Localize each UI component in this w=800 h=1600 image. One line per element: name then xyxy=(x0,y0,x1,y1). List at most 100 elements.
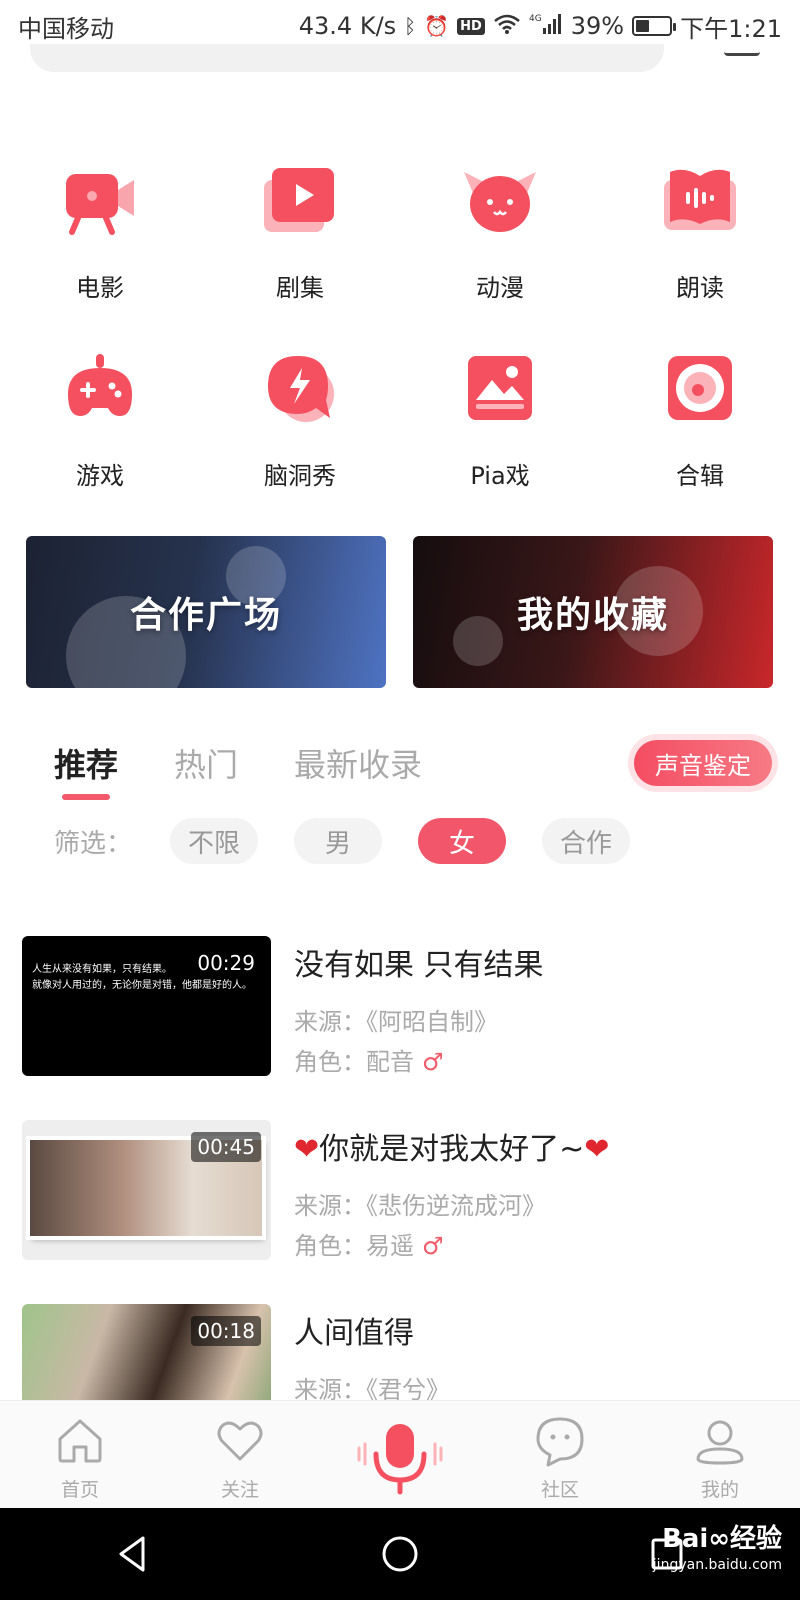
category-label: 剧集 xyxy=(276,274,324,302)
play-icon xyxy=(262,162,338,238)
category-movie[interactable]: 电影 xyxy=(0,148,200,302)
battery-icon xyxy=(632,16,677,36)
item-role-label: 角色：易遥 xyxy=(294,1232,414,1260)
item-source: 来源：《悲伤逆流成河》 xyxy=(294,1192,546,1220)
network-speed: 43.4 K/s xyxy=(298,12,397,40)
book-audio-icon xyxy=(662,162,738,238)
item-source: 来源：《君兮》 xyxy=(294,1376,450,1400)
voice-identify-button[interactable]: 声音鉴定 xyxy=(634,740,772,786)
category-anime[interactable]: 动漫 xyxy=(400,148,600,302)
thumbnail-caption-line: 就像对人用过的，无论你是对错，他都是好的人。 xyxy=(32,980,252,991)
picture-icon xyxy=(462,350,538,426)
category-grid: 电影 剧集 动漫 朗读 游戏 脑洞秀 Pia戏 合辑 xyxy=(0,148,800,490)
cooperation-banner[interactable]: 合作广场 xyxy=(26,536,386,688)
svg-text:4G: 4G xyxy=(529,14,542,24)
filter-chip-female[interactable]: 女 xyxy=(418,818,506,864)
home-icon xyxy=(58,1419,102,1463)
battery-percent: 39% xyxy=(570,12,625,40)
wifi-icon xyxy=(493,13,521,40)
filter-chip-all[interactable]: 不限 xyxy=(170,818,258,864)
category-collection[interactable]: 合辑 xyxy=(600,336,800,490)
category-label: Pia戏 xyxy=(470,462,530,490)
item-title: 没有如果 只有结果 xyxy=(294,948,544,983)
category-label: 朗读 xyxy=(676,274,724,302)
nav-follow[interactable]: 关注 xyxy=(160,1401,320,1508)
filter-chip-male[interactable]: 男 xyxy=(294,818,382,864)
duration-badge: 00:18 xyxy=(191,1316,261,1346)
category-label: 游戏 xyxy=(76,462,124,490)
list-item[interactable]: 00:18 人间值得 来源：《君兮》 xyxy=(0,1304,800,1400)
movie-camera-icon xyxy=(62,162,138,238)
category-pia[interactable]: Pia戏 xyxy=(400,336,600,490)
duration-badge: 00:29 xyxy=(191,948,261,978)
alarm-icon: ⏰ xyxy=(424,14,450,38)
watermark-url: jingyan.baidu.com xyxy=(652,1557,782,1573)
item-role-label: 角色：配音 xyxy=(294,1048,414,1076)
battery-fill xyxy=(636,20,649,32)
banner-decoration xyxy=(453,616,503,666)
item-title: 人间值得 xyxy=(294,1316,414,1351)
bottom-navigation: 首页 关注 社区 我的 xyxy=(0,1400,800,1508)
search-bar[interactable] xyxy=(30,44,664,72)
category-label: 合辑 xyxy=(676,462,724,490)
scan-icon[interactable] xyxy=(724,44,760,56)
heart-icon: ❤ xyxy=(584,1132,610,1167)
cat-face-icon xyxy=(462,162,538,238)
item-role: 角色：易遥 ♂ xyxy=(294,1226,444,1261)
video-thumbnail[interactable]: 人生从来没有如果，只有结果。 就像对人用过的，无论你是对错，他都是好的人。 00… xyxy=(22,936,271,1076)
bluetooth-icon: ᛒ xyxy=(404,14,417,38)
nav-label: 社区 xyxy=(540,1479,579,1501)
heart-outline-icon xyxy=(217,1421,263,1461)
tab-recommended[interactable]: 推荐 xyxy=(54,740,118,800)
favorites-banner[interactable]: 我的收藏 xyxy=(413,536,773,688)
chat-face-icon xyxy=(536,1417,584,1467)
category-series[interactable]: 剧集 xyxy=(200,148,400,302)
filter-chip-duet[interactable]: 合作 xyxy=(542,818,630,864)
nav-record[interactable] xyxy=(320,1401,480,1508)
video-thumbnail[interactable]: 00:45 xyxy=(22,1120,271,1260)
nav-label: 首页 xyxy=(60,1479,99,1501)
clock: 下午1:21 xyxy=(680,14,782,43)
person-icon xyxy=(696,1420,744,1465)
content-tabs: 推荐 热门 最新收录 xyxy=(54,740,422,800)
lightning-bubble-icon xyxy=(262,350,338,426)
item-title: ❤你就是对我太好了~❤ xyxy=(294,1124,609,1168)
video-thumbnail[interactable]: 00:18 xyxy=(22,1304,271,1400)
status-indicators: 43.4 K/s ᛒ ⏰ HD 4G 39% 下午1:21 xyxy=(299,9,782,44)
list-item[interactable]: 00:45 ❤你就是对我太好了~❤ 来源：《悲伤逆流成河》 角色：易遥 ♂ xyxy=(0,1120,800,1270)
baidu-watermark: Bai∞经验 jingyan.baidu.com xyxy=(653,1526,782,1572)
filter-label: 筛选： xyxy=(54,828,133,859)
filter-row: 筛选： 不限 男 女 合作 xyxy=(54,818,630,864)
nav-home[interactable]: 首页 xyxy=(0,1401,160,1508)
watermark-brand: Bai∞经验 xyxy=(662,1524,782,1554)
category-label: 动漫 xyxy=(476,274,524,302)
favorites-title: 我的收藏 xyxy=(516,595,669,636)
heart-icon: ❤ xyxy=(294,1132,320,1167)
gamepad-icon xyxy=(62,350,138,426)
item-role: 角色：配音 ♂ xyxy=(294,1042,444,1077)
item-source: 来源：《阿昭自制》 xyxy=(294,1008,498,1036)
category-game[interactable]: 游戏 xyxy=(0,336,200,490)
system-navigation-bar: Bai∞经验 jingyan.baidu.com xyxy=(0,1508,800,1600)
back-icon[interactable] xyxy=(113,1534,153,1574)
carrier-label: 中国移动 xyxy=(18,14,114,43)
duration-badge: 00:45 xyxy=(191,1132,261,1162)
list-item[interactable]: 人生从来没有如果，只有结果。 就像对人用过的，无论你是对错，他都是好的人。 00… xyxy=(0,936,800,1086)
cell-signal-icon: 4G xyxy=(529,12,563,41)
tab-hot[interactable]: 热门 xyxy=(174,740,238,800)
category-reading[interactable]: 朗读 xyxy=(600,148,800,302)
home-circle-icon[interactable] xyxy=(380,1534,420,1574)
tab-latest[interactable]: 最新收录 xyxy=(294,740,422,800)
nav-mine[interactable]: 我的 xyxy=(640,1401,800,1508)
male-gender-icon: ♂ xyxy=(422,1232,444,1260)
category-label: 脑洞秀 xyxy=(264,462,336,490)
nav-label: 关注 xyxy=(220,1479,259,1501)
cooperation-title: 合作广场 xyxy=(129,595,282,636)
nav-label: 我的 xyxy=(700,1479,739,1501)
category-label: 电影 xyxy=(76,274,124,302)
male-gender-icon: ♂ xyxy=(422,1048,444,1076)
hd-badge: HD xyxy=(457,17,485,35)
disc-icon xyxy=(662,350,738,426)
category-brainstorm[interactable]: 脑洞秀 xyxy=(200,336,400,490)
nav-community[interactable]: 社区 xyxy=(480,1401,640,1508)
